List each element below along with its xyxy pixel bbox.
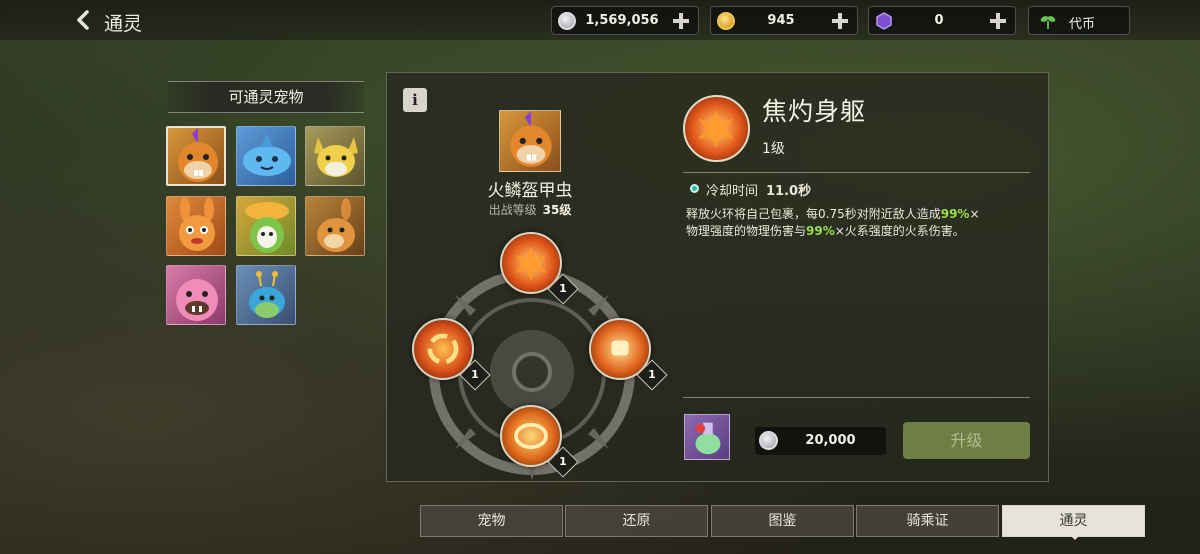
cooldown-icon [690,184,699,193]
pet-name: 火鳞盔甲虫 [487,181,573,201]
tab-spirit-link[interactable]: 通灵 [1002,505,1145,537]
token-button[interactable]: 代币 [1028,6,1130,35]
add-silver-button[interactable] [670,10,692,32]
pet-level-label: 出战等级 [488,203,537,217]
skill-level: 1级 [762,141,785,157]
pet-slot-brown-kangaroo[interactable] [305,196,365,256]
skill-slot-left[interactable]: 1 [412,318,491,391]
upgrade-cost-value: 20,000 [805,433,856,448]
add-gem-button[interactable] [987,10,1009,32]
pet-slot-orange-rabbit[interactable] [166,196,226,256]
info-button[interactable]: i [403,88,427,112]
silver-coin-icon [759,431,778,450]
flame-burst-icon [698,110,734,148]
skill-description: 释放火环将自己包裹，每0.75秒对附近敌人造成99%× 物理强度的物理伤害与99%… [686,207,980,238]
orange-rabbit-icon [179,197,215,251]
gold-amount: 945 [767,13,795,28]
brown-kangaroo-icon [317,198,355,252]
cooldown-row: 冷却时间 11.0秒 [706,180,811,199]
gold-coin-icon [717,12,735,30]
pet-slot-pink-ogre[interactable] [166,265,226,325]
fire-beetle-icon [510,111,552,167]
upgrade-cost: 20,000 [755,427,886,455]
currency-gem: 0 [868,6,1016,35]
skill-slot-right[interactable]: 1 [589,318,668,391]
cooldown-value: 11.0秒 [766,184,812,199]
selected-pet-portrait [499,110,561,172]
green-sprout-icon [245,202,289,253]
gem-amount: 0 [934,13,944,28]
currency-gold: 945 [710,6,858,35]
active-tab-indicator [1069,534,1081,540]
potion-icon [695,422,721,455]
top-bar: 通灵 1,569,056 945 0 代币 [0,0,1200,40]
sprout-icon [1040,16,1056,29]
token-label: 代币 [1069,17,1096,32]
skill-name: 焦灼身躯 [762,97,867,126]
purple-gem-icon [876,12,892,30]
add-gold-button[interactable] [829,10,851,32]
pet-slot-yellow-wolf[interactable] [305,126,365,186]
currency-silver: 1,569,056 [551,6,699,35]
tab-restore[interactable]: 还原 [565,505,708,537]
pet-level-value: 35级 [542,203,572,217]
pet-slot-blue-fish[interactable] [236,126,296,186]
pet-list-title: 可通灵宠物 [168,81,364,113]
yellow-wolf-icon [314,137,358,177]
skill-slot-top[interactable]: 1 [500,232,579,305]
cooldown-label: 冷却时间 [706,184,759,199]
selected-skill-icon [683,95,750,162]
divider [683,172,1030,173]
divider [683,397,1030,398]
tab-pets[interactable]: 宠物 [420,505,563,537]
back-arrow-icon[interactable] [72,8,96,32]
tab-codex[interactable]: 图鉴 [711,505,854,537]
page-title: 通灵 [104,13,143,35]
pet-level-row: 出战等级 35级 [440,201,620,218]
silver-coin-icon [558,12,576,30]
blue-snail-icon [249,271,285,318]
pet-slot-green-sprout[interactable] [236,196,296,256]
pet-slot-fire-beetle[interactable] [166,126,226,186]
upgrade-material-icon[interactable] [684,414,730,460]
pink-ogre-icon [176,279,218,321]
skill-slot-bottom[interactable]: 1 [500,405,579,478]
fire-beetle-icon [178,128,218,182]
silver-amount: 1,569,056 [585,13,659,28]
blue-fish-icon [243,133,291,176]
bottom-tab-bar: 宠物 还原 图鉴 骑乘证 通灵 [420,505,1146,537]
pet-slot-blue-snail[interactable] [236,265,296,325]
tab-riding-license[interactable]: 骑乘证 [856,505,999,537]
upgrade-button[interactable]: 升级 [903,422,1030,459]
